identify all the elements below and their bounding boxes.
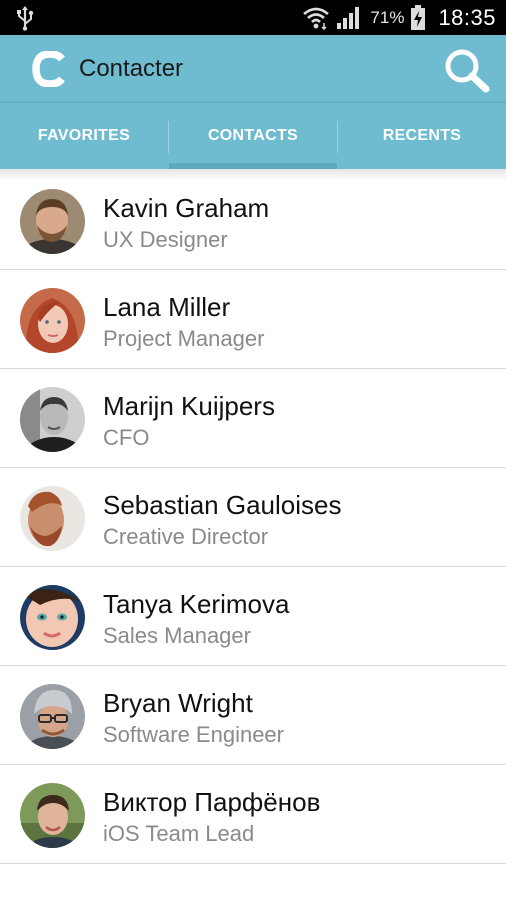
contact-role: Creative Director: [103, 524, 269, 549]
clock: 18:35: [438, 4, 496, 30]
battery-charging-icon: [411, 4, 426, 30]
app-bar: Contacter: [0, 35, 506, 101]
avatar: [20, 189, 85, 254]
tab-recents[interactable]: RECENTS: [338, 103, 506, 169]
contact-role: Software Engineer: [103, 722, 284, 747]
contact-name: Marijn Kuijpers: [103, 391, 275, 421]
app-title: Contacter: [79, 55, 184, 82]
contact-list: Kavin Graham UX Designer Lana Miller Pro…: [0, 171, 506, 864]
avatar: [20, 486, 85, 551]
tab-contacts[interactable]: CONTACTS: [169, 103, 337, 169]
contact-name: Виктор Парфёнов: [103, 787, 321, 817]
contact-name: Tanya Kerimova: [103, 589, 290, 619]
tab-favorites[interactable]: FAVORITES: [0, 103, 168, 169]
contact-name: Bryan Wright: [103, 688, 253, 718]
list-item[interactable]: Sebastian Gauloises Creative Director: [0, 468, 506, 567]
contact-role: iOS Team Lead: [103, 821, 255, 846]
contact-role: UX Designer: [103, 227, 228, 252]
avatar: [20, 288, 85, 353]
battery-percent: 71%: [370, 7, 405, 27]
app-logo-icon: [32, 51, 65, 87]
contact-name: Kavin Graham: [103, 193, 270, 223]
usb-icon: [17, 6, 34, 31]
list-item[interactable]: Bryan Wright Software Engineer: [0, 666, 506, 765]
list-item[interactable]: Kavin Graham UX Designer: [0, 171, 506, 270]
contact-role: CFO: [103, 425, 150, 450]
list-item[interactable]: Marijn Kuijpers CFO: [0, 369, 506, 468]
avatar: [20, 783, 85, 848]
contact-name: Sebastian Gauloises: [103, 490, 342, 520]
avatar: [20, 585, 85, 650]
avatar: [20, 684, 85, 749]
list-item[interactable]: Tanya Kerimova Sales Manager: [0, 567, 506, 666]
list-item[interactable]: Виктор Парфёнов iOS Team Lead: [0, 765, 506, 864]
contact-name: Lana Miller: [103, 292, 231, 322]
status-bar: 71% 18:35: [0, 0, 506, 35]
search-icon[interactable]: [442, 47, 492, 93]
avatar: [20, 387, 85, 452]
wifi-icon: [303, 7, 330, 30]
signal-icon: [337, 6, 360, 29]
contact-role: Project Manager: [103, 326, 265, 351]
tab-bar: FAVORITES CONTACTS RECENTS: [0, 101, 506, 169]
list-item[interactable]: Lana Miller Project Manager: [0, 270, 506, 369]
contact-role: Sales Manager: [103, 623, 251, 648]
